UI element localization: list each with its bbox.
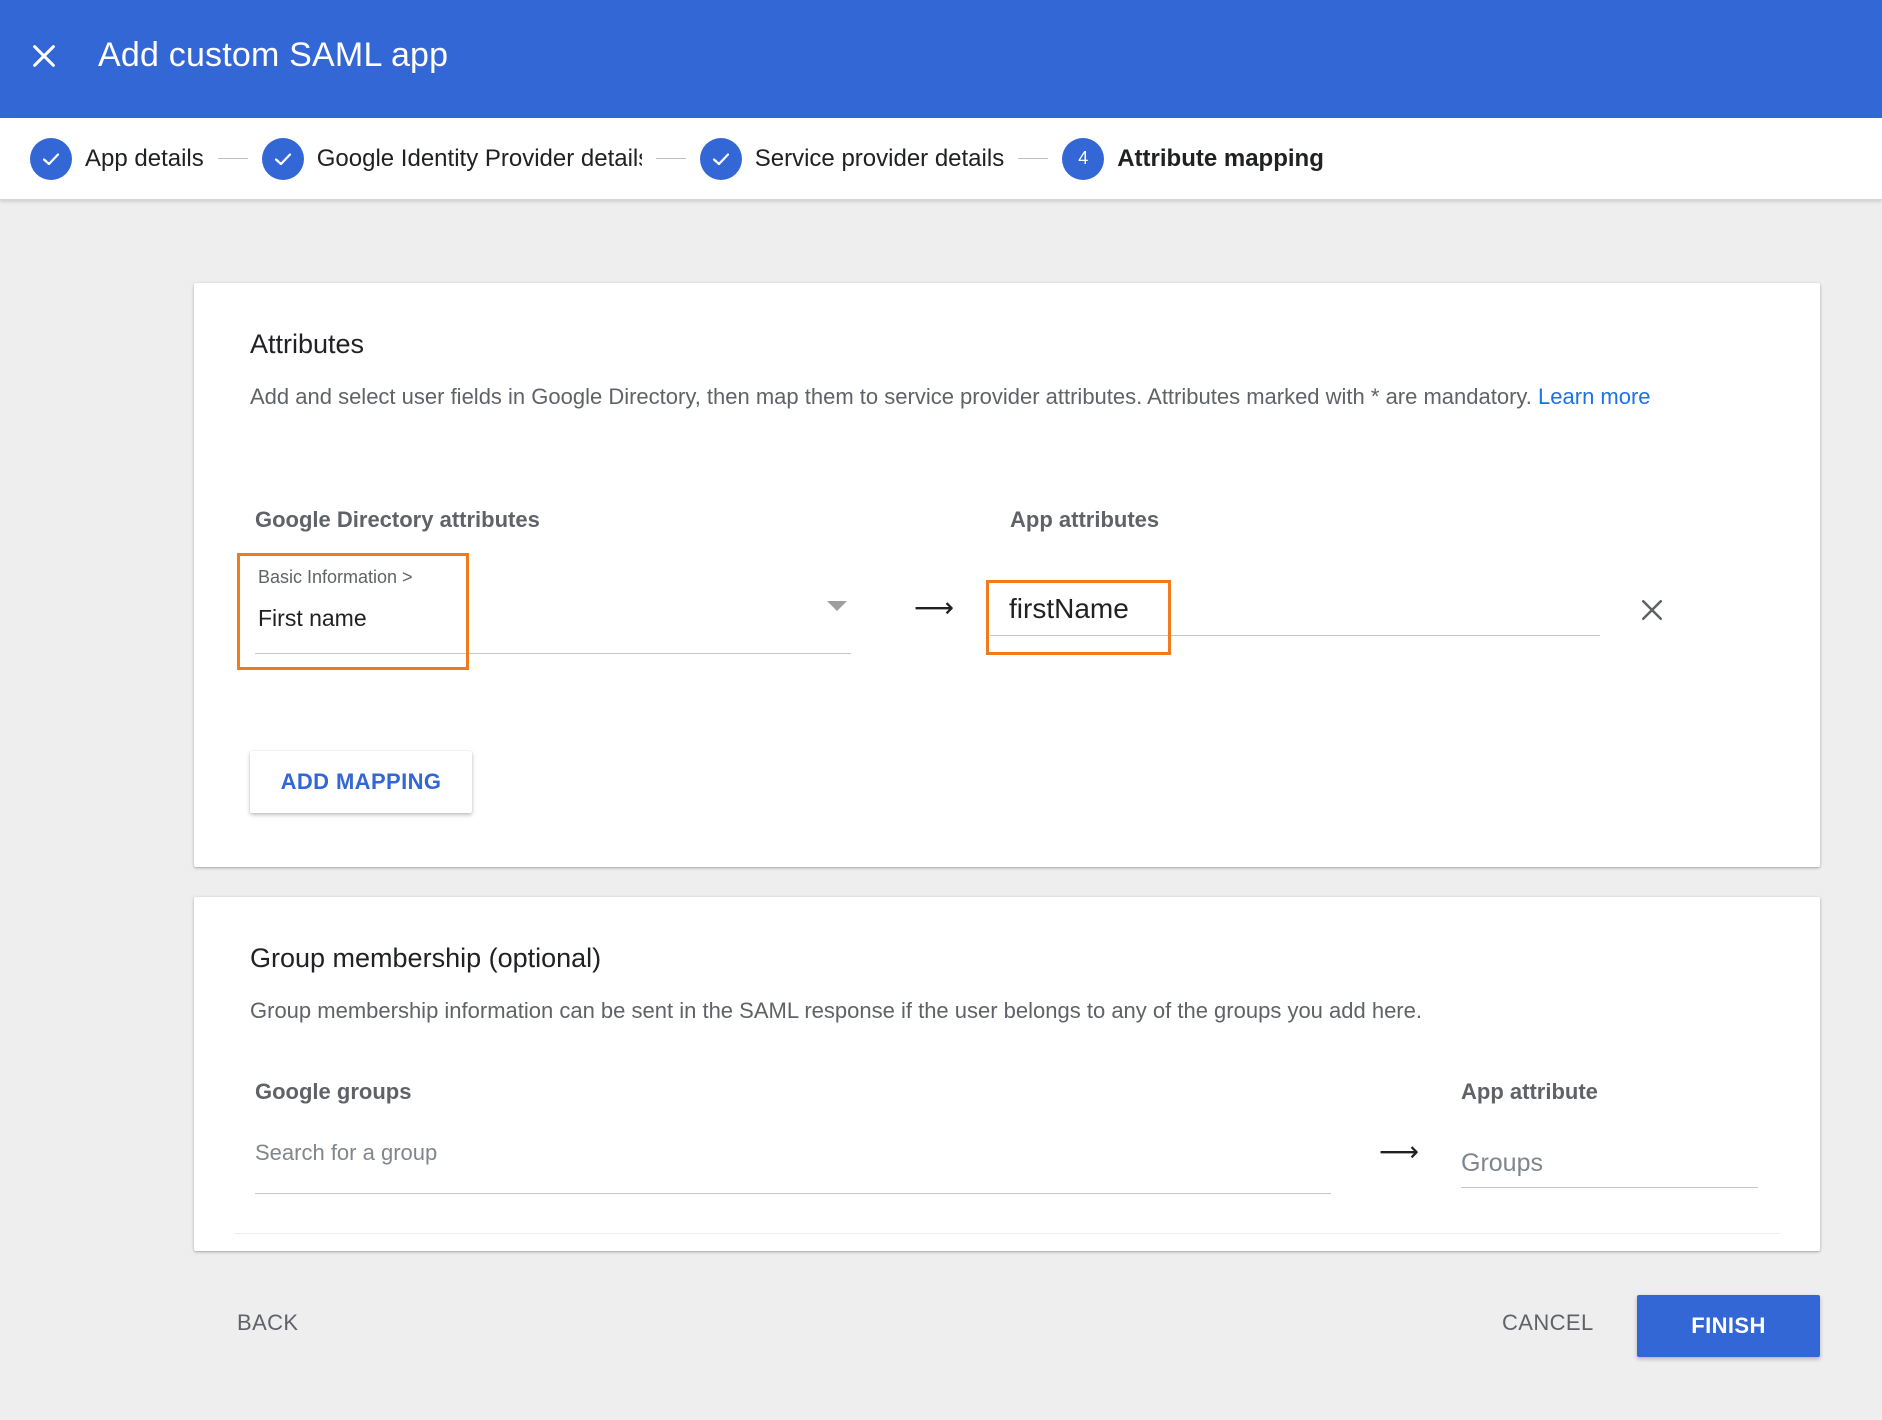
attributes-description: Add and select user fields in Google Dir… xyxy=(250,377,1740,417)
attributes-title: Attributes xyxy=(250,329,365,359)
column-header-directory: Google Directory attributes xyxy=(255,507,540,532)
group-search-input[interactable]: Search for a group xyxy=(255,1140,437,1166)
dropdown-arrow-icon xyxy=(827,601,847,611)
group-membership-title: Group membership (optional) xyxy=(250,943,602,973)
check-icon xyxy=(261,137,304,180)
step-attribute-mapping[interactable]: 4 Attribute mapping xyxy=(1062,137,1324,180)
column-header-app: App attributes xyxy=(1010,507,1160,532)
page-title: Add custom SAML app xyxy=(98,36,449,74)
close-icon[interactable] xyxy=(28,40,60,72)
add-mapping-button[interactable]: ADD MAPPING xyxy=(250,751,472,813)
step-label: Service provider details xyxy=(754,144,1005,172)
back-button[interactable]: BACK xyxy=(237,1310,299,1336)
check-icon xyxy=(699,137,742,180)
column-header-app-attribute: App attribute xyxy=(1461,1079,1598,1104)
step-divider xyxy=(1018,158,1049,159)
arrow-right-icon: ⟶ xyxy=(914,592,955,623)
groups-app-attribute-underline xyxy=(1461,1187,1758,1188)
group-membership-description: Group membership information can be sent… xyxy=(250,998,1422,1023)
step-label: Attribute mapping xyxy=(1117,144,1324,172)
step-label: App details xyxy=(85,144,204,172)
step-divider xyxy=(655,158,686,159)
group-membership-card: Group membership (optional) Group member… xyxy=(194,897,1820,1251)
groups-app-attribute-input[interactable]: Groups xyxy=(1461,1149,1543,1178)
highlight-box xyxy=(986,580,1171,655)
attributes-card: Attributes Add and select user fields in… xyxy=(194,283,1820,867)
step-number: 4 xyxy=(1062,137,1105,180)
app-bar: Add custom SAML app xyxy=(0,0,1882,118)
remove-mapping-icon[interactable] xyxy=(1637,595,1667,625)
step-label: Google Identity Provider details xyxy=(316,144,642,172)
description-text: Add and select user fields in Google Dir… xyxy=(250,384,1532,409)
check-icon xyxy=(30,137,72,180)
highlight-box xyxy=(237,553,469,670)
stepper: App details Google Identity Provider det… xyxy=(0,118,1882,200)
group-search-underline xyxy=(255,1193,1331,1194)
cancel-button[interactable]: CANCEL xyxy=(1502,1310,1594,1336)
column-header-groups: Google groups xyxy=(255,1079,412,1104)
card-bottom-divider xyxy=(234,1233,1780,1234)
finish-button[interactable]: FINISH xyxy=(1637,1295,1820,1357)
step-sp-details[interactable]: Service provider details xyxy=(699,137,1005,180)
learn-more-link[interactable]: Learn more xyxy=(1538,384,1651,409)
arrow-right-icon: ⟶ xyxy=(1379,1136,1420,1167)
step-divider xyxy=(217,158,248,159)
step-idp-details[interactable]: Google Identity Provider details xyxy=(261,137,642,180)
step-app-details[interactable]: App details xyxy=(30,137,204,180)
